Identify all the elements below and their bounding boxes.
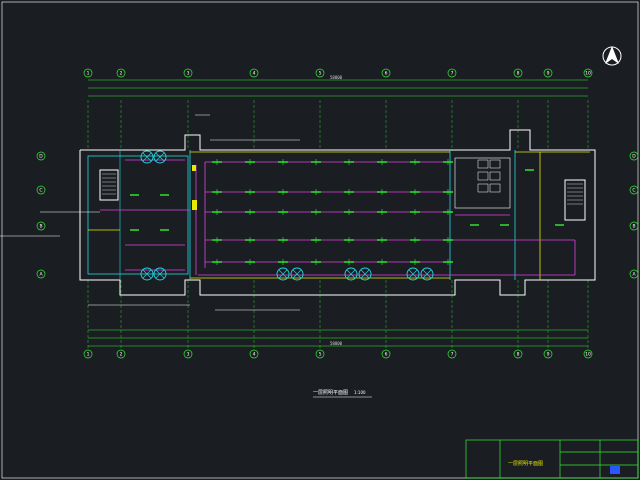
cad-drawing-canvas[interactable]: 1 2 3 4 5 6 7 8 9 10 1 2 3 4 5 6 7 8 9 10 D C B A D C B A [0, 0, 640, 480]
axis-label: A [632, 272, 636, 278]
stair-right [567, 183, 583, 205]
axis-label: 4 [253, 71, 256, 77]
sanitary-block [477, 159, 501, 193]
axis-label: 1 [87, 352, 90, 358]
axis-label: 9 [547, 352, 550, 358]
axis-label: A [39, 272, 43, 278]
left-grid-axes: D C B A [36, 151, 46, 279]
axis-label: 3 [187, 352, 190, 358]
drawing-scale: 1:100 [354, 390, 366, 395]
axis-label: B [632, 224, 635, 230]
axis-label: 4 [253, 352, 256, 358]
total-dimension-top: 58800 [330, 75, 343, 80]
top-grid-axes: 1 2 3 4 5 6 7 8 9 10 [83, 68, 593, 150]
axis-label: 2 [120, 352, 123, 358]
axis-label: 10 [585, 71, 591, 77]
total-dimension-bottom: 58800 [330, 341, 343, 346]
axis-label: 1 [87, 71, 90, 77]
axis-label: 2 [120, 71, 123, 77]
axis-label: C [632, 188, 635, 194]
titleblock-drawing-name: 一层照明平面图 [508, 461, 544, 467]
stair-left [102, 173, 116, 195]
lighting-circuits [100, 159, 576, 276]
axis-label: 10 [585, 352, 591, 358]
axis-label: 7 [451, 352, 454, 358]
titleblock-logo [610, 466, 620, 474]
light-fixtures [130, 159, 564, 265]
axis-label: B [39, 224, 42, 230]
ceiling-fans [140, 150, 434, 281]
axis-label: D [39, 154, 43, 160]
right-grid-axes: D C B A [629, 151, 639, 279]
axis-label: D [632, 154, 636, 160]
axis-label: 8 [517, 352, 520, 358]
axis-label: 9 [547, 71, 550, 77]
axis-label: 7 [451, 71, 454, 77]
axis-label: C [39, 188, 42, 194]
top-dimension-lines [88, 79, 588, 97]
axis-label: 5 [319, 352, 322, 358]
drawing-title: 一层照明平面图 1:100 [313, 390, 366, 396]
axis-label: 3 [187, 71, 190, 77]
axis-label: 8 [517, 71, 520, 77]
north-arrow-icon [602, 46, 622, 66]
axis-label: 5 [319, 71, 322, 77]
axis-label: 6 [385, 71, 388, 77]
axis-label: 6 [385, 352, 388, 358]
